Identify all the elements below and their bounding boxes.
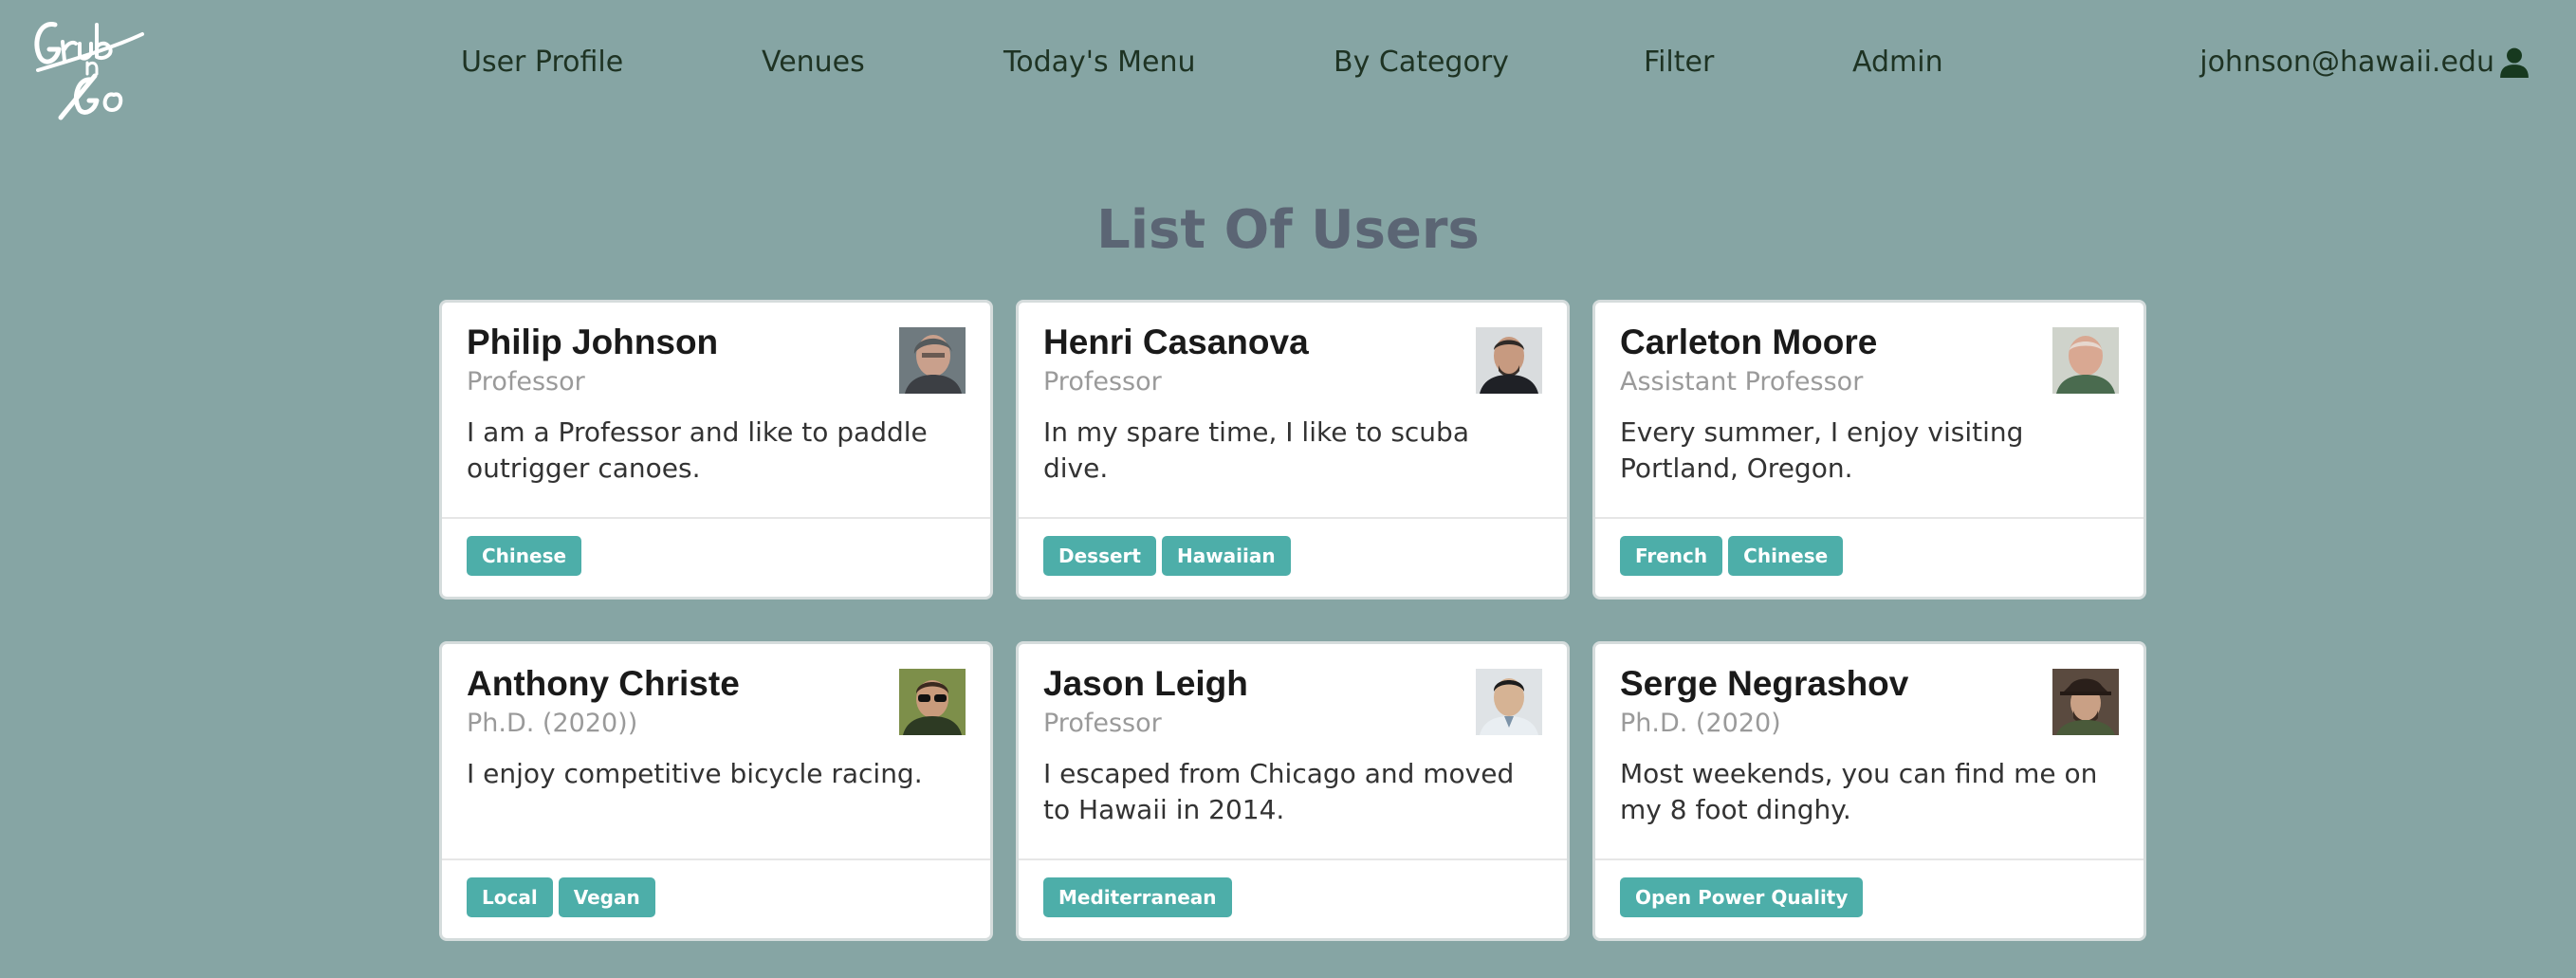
tag[interactable]: Chinese [467, 536, 582, 576]
navbar: User Profile Venues Today's Menu By Cate… [0, 0, 2576, 125]
user-card: Anthony Christe Ph.D. (2020)) I enjoy co… [439, 641, 993, 941]
user-menu[interactable]: johnson@hawaii.edu [2199, 44, 2530, 82]
tag[interactable]: Local [467, 877, 553, 917]
user-title: Professor [467, 367, 585, 397]
user-title: Professor [1043, 367, 1162, 397]
nav-todays-menu[interactable]: Today's Menu [1003, 44, 1196, 82]
tag-list: Local Vegan [467, 877, 655, 917]
card-body: Jason Leigh Professor I escaped from Chi… [1019, 644, 1567, 860]
tag-list: Chinese [467, 536, 582, 576]
tag[interactable]: Vegan [558, 877, 655, 917]
user-email: johnson@hawaii.edu [2199, 46, 2494, 79]
page-title: List Of Users [1096, 199, 1480, 261]
user-title: Assistant Professor [1620, 367, 1864, 397]
nav-filter[interactable]: Filter [1644, 44, 1714, 82]
tag-list: Mediterranean [1043, 877, 1232, 917]
user-description: In my spare time, I like to scuba dive. [1043, 416, 1469, 484]
tag[interactable]: Chinese [1728, 536, 1844, 576]
user-name: Philip Johnson [467, 323, 719, 361]
tag-list: Dessert Hawaiian [1043, 536, 1291, 576]
user-card: Henri Casanova Professor In my spare tim… [1016, 300, 1570, 600]
user-name: Henri Casanova [1043, 323, 1309, 361]
avatar [2052, 669, 2119, 735]
card-body: Henri Casanova Professor In my spare tim… [1019, 303, 1567, 519]
user-name: Anthony Christe [467, 664, 740, 703]
user-description: I am a Professor and like to paddle outr… [467, 416, 928, 484]
card-body: Anthony Christe Ph.D. (2020)) I enjoy co… [442, 644, 990, 860]
user-description: I enjoy competitive bicycle racing. [467, 758, 923, 789]
user-name: Serge Negrashov [1620, 664, 1909, 703]
nav-admin[interactable]: Admin [1852, 44, 1943, 82]
card-body: Philip Johnson Professor I am a Professo… [442, 303, 990, 519]
avatar [899, 327, 966, 394]
tag[interactable]: French [1620, 536, 1723, 576]
grub-n-go-logo[interactable] [28, 4, 148, 125]
avatar [899, 669, 966, 735]
avatar [1476, 669, 1542, 735]
avatar [1476, 327, 1542, 394]
tag[interactable]: Open Power Quality [1620, 877, 1864, 917]
user-card: Jason Leigh Professor I escaped from Chi… [1016, 641, 1570, 941]
user-title: Ph.D. (2020) [1620, 709, 1781, 738]
user-card: Carleton Moore Assistant Professor Every… [1592, 300, 2146, 600]
user-card: Serge Negrashov Ph.D. (2020) Most weeken… [1592, 641, 2146, 941]
nav-venues[interactable]: Venues [762, 44, 865, 82]
user-icon [2500, 47, 2529, 78]
card-body: Carleton Moore Assistant Professor Every… [1595, 303, 2144, 519]
user-description: Most weekends, you can find me on my 8 f… [1620, 758, 2098, 825]
tag[interactable]: Hawaiian [1161, 536, 1291, 576]
user-card: Philip Johnson Professor I am a Professo… [439, 300, 993, 600]
tag-list: French Chinese [1620, 536, 1844, 576]
tag-list: Open Power Quality [1620, 877, 1864, 917]
user-name: Carleton Moore [1620, 323, 1878, 361]
user-title: Ph.D. (2020)) [467, 709, 638, 738]
user-title: Professor [1043, 709, 1162, 738]
user-description: I escaped from Chicago and moved to Hawa… [1043, 758, 1515, 825]
user-description: Every summer, I enjoy visiting Portland,… [1620, 416, 2024, 484]
avatar [2052, 327, 2119, 394]
card-body: Serge Negrashov Ph.D. (2020) Most weeken… [1595, 644, 2144, 860]
tag[interactable]: Dessert [1043, 536, 1156, 576]
nav-user-profile[interactable]: User Profile [461, 44, 623, 82]
tag[interactable]: Mediterranean [1043, 877, 1232, 917]
user-name: Jason Leigh [1043, 664, 1248, 703]
nav-by-category[interactable]: By Category [1334, 44, 1509, 82]
